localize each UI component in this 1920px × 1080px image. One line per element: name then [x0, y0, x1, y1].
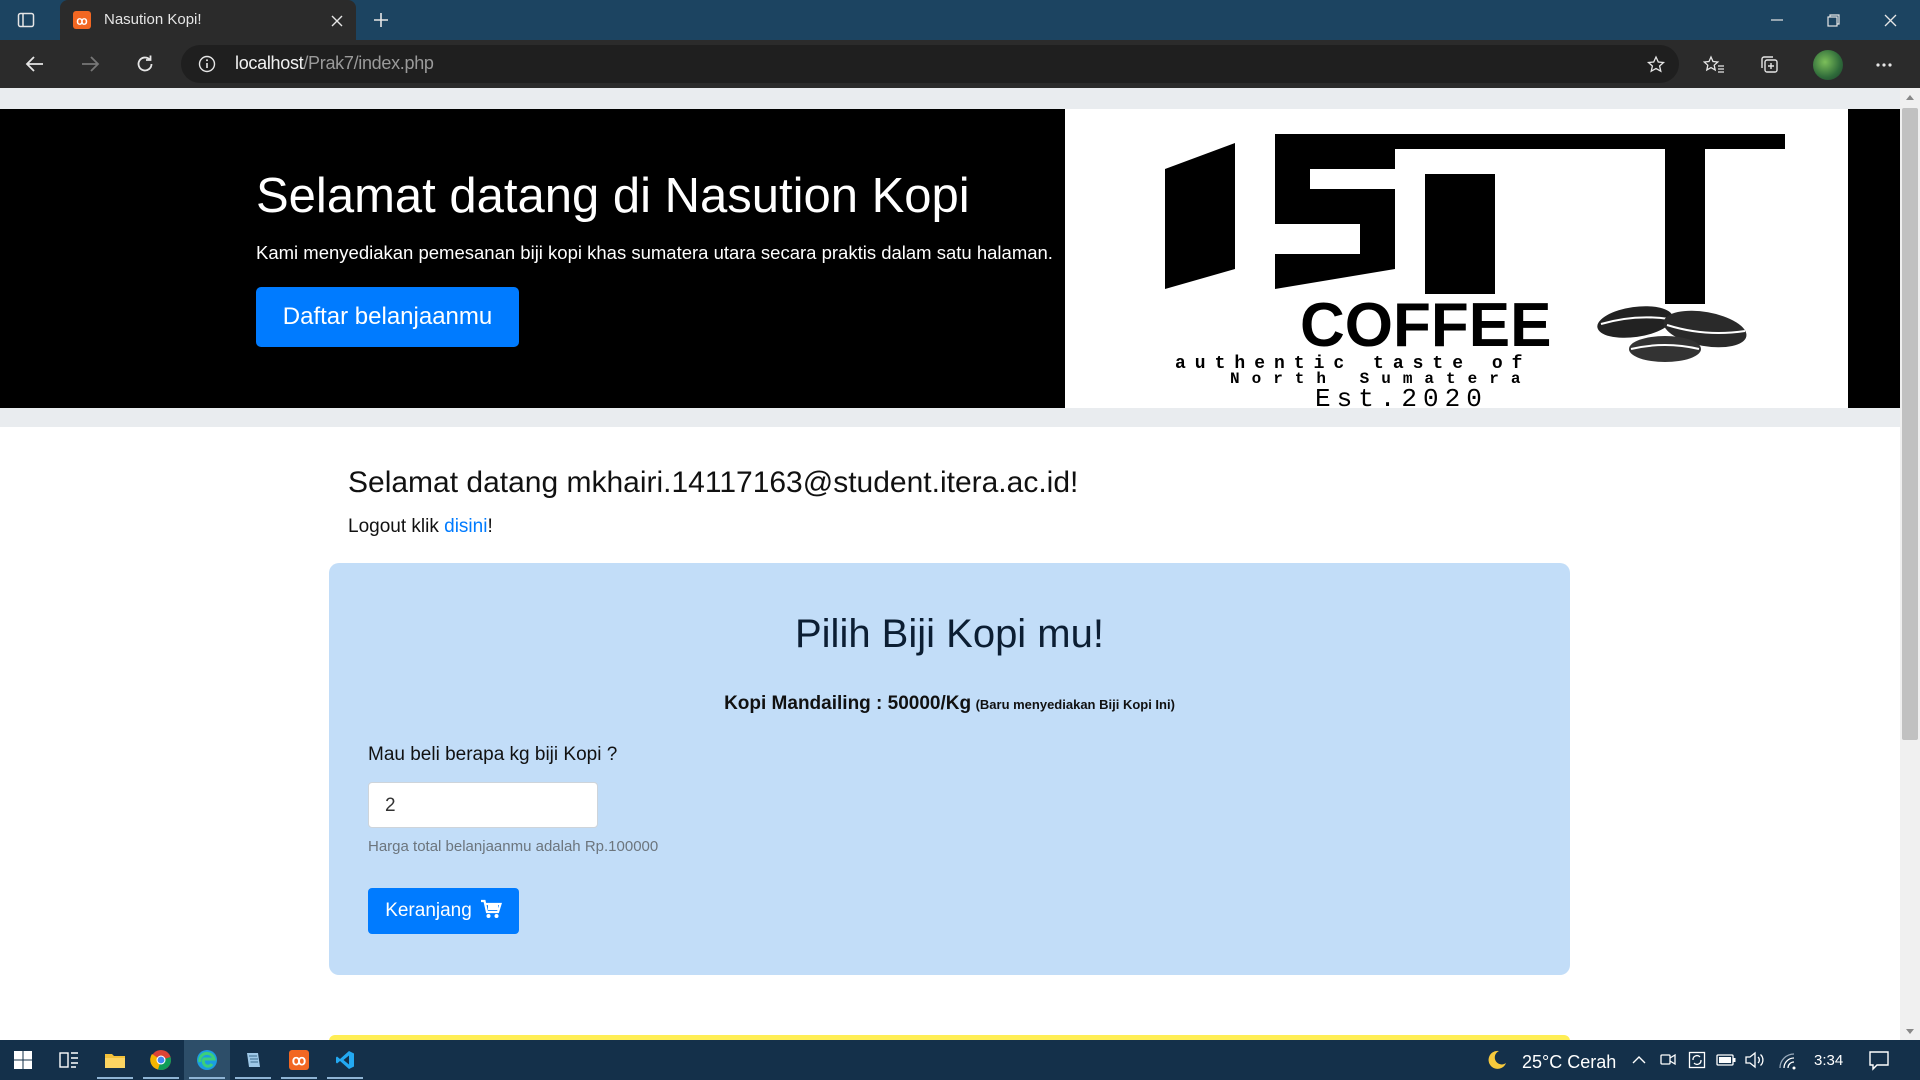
- cart-icon: [480, 899, 502, 924]
- task-view-icon[interactable]: [46, 1040, 92, 1080]
- xampp-favicon-icon: ꝏ: [73, 11, 91, 29]
- cart-button-label: Keranjang: [385, 900, 472, 921]
- logout-prefix: Logout klik: [348, 516, 445, 537]
- wifi-icon[interactable]: [1778, 1052, 1798, 1070]
- product-name-price: Kopi Mandailing : 50000/Kg: [724, 693, 972, 714]
- clock-time[interactable]: 3:34: [1814, 1052, 1843, 1069]
- back-icon[interactable]: [20, 50, 50, 78]
- windows-start-icon[interactable]: [0, 1040, 46, 1080]
- restore-icon[interactable]: [1818, 8, 1848, 32]
- weather-moon-icon[interactable]: [1484, 1049, 1508, 1071]
- cart-button[interactable]: Keranjang: [368, 888, 519, 934]
- new-tab-icon[interactable]: [368, 7, 394, 33]
- battery-icon[interactable]: [1716, 1053, 1736, 1067]
- url-host: localhost: [235, 53, 304, 73]
- forward-icon[interactable]: [75, 50, 105, 78]
- chrome-running-indicator: [143, 1077, 179, 1079]
- quantity-input[interactable]: 2: [368, 782, 598, 828]
- scroll-down-icon[interactable]: [1902, 1024, 1918, 1038]
- order-title: Pilih Biji Kopi mu!: [794, 612, 1104, 656]
- hero-subtitle: Kami menyediakan pemesanan biji kopi kha…: [256, 242, 1053, 263]
- logout-link[interactable]: disini: [444, 516, 487, 537]
- refresh-icon[interactable]: [130, 50, 160, 78]
- product-line: Kopi Mandailing : 50000/Kg (Baru menyedi…: [329, 693, 1570, 715]
- vscode-icon[interactable]: [322, 1040, 368, 1080]
- tab-actions-icon[interactable]: [14, 8, 38, 32]
- logout-suffix: !: [487, 516, 493, 537]
- coffee-logo-image: COFFEE authentic taste of North Sumatera…: [1065, 109, 1848, 414]
- notepad-icon[interactable]: [230, 1040, 276, 1080]
- chevron-up-icon[interactable]: [1630, 1050, 1648, 1070]
- svg-text:ꝏ: ꝏ: [76, 16, 87, 28]
- volume-icon[interactable]: [1744, 1051, 1766, 1069]
- edge-icon[interactable]: [184, 1040, 230, 1080]
- quantity-value: 2: [385, 795, 396, 816]
- quantity-label: Mau beli berapa kg biji Kopi ?: [368, 744, 618, 765]
- meet-now-icon[interactable]: [1659, 1051, 1677, 1069]
- logo-est: Est.2020: [1315, 384, 1488, 408]
- scrollbar-thumb[interactable]: [1902, 108, 1918, 740]
- shopping-list-button[interactable]: Daftar belanjaanmu: [256, 287, 519, 347]
- hero-title: Selamat datang di Nasution Kopi: [256, 169, 970, 223]
- favorites-icon[interactable]: [1700, 51, 1728, 79]
- collections-icon[interactable]: [1756, 51, 1784, 79]
- notifications-icon[interactable]: [1868, 1049, 1890, 1071]
- logo-brand-text: COFFEE: [1300, 291, 1551, 360]
- url-path: /Prak7/index.php: [303, 53, 434, 73]
- edge-running-indicator: [189, 1077, 225, 1079]
- chrome-icon[interactable]: [138, 1040, 184, 1080]
- xampp-running-indicator: [281, 1077, 317, 1079]
- site-info-icon[interactable]: [196, 53, 218, 75]
- total-price-text: Harga total belanjaanmu adalah Rp.100000: [368, 838, 659, 855]
- close-window-icon[interactable]: [1875, 8, 1905, 32]
- vscode-running-indicator: [327, 1077, 363, 1079]
- profile-avatar[interactable]: [1813, 50, 1843, 80]
- more-menu-icon[interactable]: [1870, 51, 1898, 79]
- product-note: (Baru menyediakan Biji Kopi Ini): [975, 697, 1175, 712]
- notepad-running-indicator: [235, 1077, 271, 1079]
- minimize-icon[interactable]: [1762, 8, 1792, 32]
- welcome-heading: Selamat datang mkhairi.14117163@student.…: [348, 466, 1079, 499]
- explorer-running-indicator: [97, 1077, 133, 1079]
- close-tab-icon[interactable]: [326, 10, 348, 32]
- sync-icon[interactable]: [1688, 1051, 1706, 1069]
- tab-title: Nasution Kopi!: [104, 11, 202, 28]
- scroll-up-icon[interactable]: [1902, 90, 1918, 104]
- add-favorite-icon[interactable]: [1642, 51, 1670, 79]
- xampp-icon[interactable]: ꝏ: [276, 1040, 322, 1080]
- weather-text[interactable]: 25°C Cerah: [1522, 1052, 1616, 1073]
- file-explorer-icon[interactable]: [92, 1040, 138, 1080]
- url-text[interactable]: localhost/Prak7/index.php: [235, 53, 434, 74]
- logout-text: Logout klik disini!: [348, 516, 493, 538]
